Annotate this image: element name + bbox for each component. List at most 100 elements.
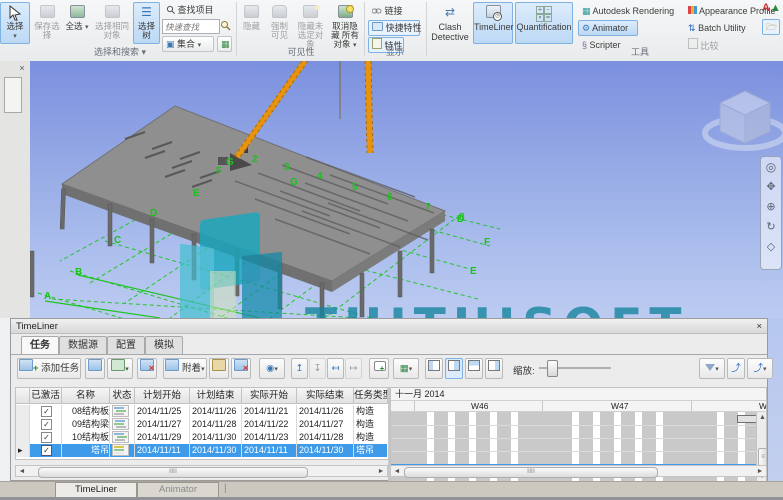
table-row[interactable]: ✓10结构板2014/11/292014/11/302014/11/232014… <box>16 431 387 444</box>
pan-icon[interactable]: ✥ <box>761 177 781 197</box>
col-activated[interactable]: 已激活 <box>30 388 62 403</box>
comments-button[interactable]: + <box>369 358 389 379</box>
save-selection-button[interactable]: 保存选择 <box>33 2 61 44</box>
col-name[interactable]: 名称 <box>62 388 110 403</box>
animator-button[interactable]: ⚙ Animator <box>578 20 638 36</box>
zoom-icon[interactable]: ⊕ <box>761 197 781 217</box>
select-same-button[interactable]: 选择相同对象 <box>93 2 131 44</box>
attach-dropdown[interactable]: 附着▾ <box>163 358 207 379</box>
orbit-icon[interactable]: ↻ <box>761 217 781 237</box>
cutoff-ribbon-icon: A▲ <box>762 2 783 18</box>
quick-find-box <box>162 19 232 34</box>
active-checkbox[interactable]: ✓ <box>41 406 52 417</box>
export-dropdown[interactable]: ⤴▾ <box>747 358 773 379</box>
task-name: 塔吊 <box>62 444 110 457</box>
bottom-tab-animator[interactable]: Animator <box>137 482 219 497</box>
table-row-selected[interactable]: ▸✓塔吊2014/11/112014/11/302014/11/112014/1… <box>16 444 387 457</box>
insert-task-button[interactable] <box>85 358 105 379</box>
col-actual-start[interactable]: 实际开始 <box>242 388 297 403</box>
quick-properties-button[interactable]: 快捷特性 <box>368 20 420 36</box>
export-schedule-button[interactable]: ⤴ <box>727 358 745 379</box>
select-all-button[interactable]: 全选 ▾ <box>63 2 91 44</box>
group-label-select-search[interactable]: 选择和搜索 ▾ <box>30 46 210 58</box>
auto-add-tasks-dropdown[interactable]: ▾ <box>107 358 133 379</box>
hide-unselected-button[interactable]: 隐藏未选定对象 <box>295 2 326 44</box>
col-status[interactable]: 状态 <box>110 388 135 403</box>
gantt-task-bar[interactable] <box>737 415 758 423</box>
col-task-type[interactable]: 任务类型 <box>354 388 387 403</box>
steering-wheel-icon[interactable]: ◎ <box>761 157 781 177</box>
quantification-button[interactable]: ＋ − × ＝ Quantification <box>515 2 573 44</box>
batch-utility-button[interactable]: ⇅ Batch Utility <box>684 20 764 36</box>
timeliner-title-bar[interactable]: TimeLiner × <box>11 319 767 334</box>
col-planned-start[interactable]: 计划开始 <box>135 388 190 403</box>
look-icon[interactable]: ◇ <box>761 237 781 257</box>
gantt-month-row: 十一月 2014 <box>391 388 767 401</box>
scroll-thumb[interactable]: ⦀⦀⦀ <box>38 467 308 478</box>
viewport-right-sliver <box>768 318 783 481</box>
viewport-3d[interactable]: A B C D E F G G D E F 2 3 4 5 6 7 8 <box>30 61 783 318</box>
find-items-button[interactable]: 查找项目 <box>162 2 232 18</box>
table-header: 已激活名称状态计划开始计划结束实际开始实际结束任务类型 <box>15 387 388 404</box>
svg-text:G: G <box>226 157 234 168</box>
unhide-all-button[interactable]: 取消隐藏 所有对象 ▾ <box>328 2 362 44</box>
scroll-left-icon[interactable]: ◄ <box>392 466 402 477</box>
collapsed-panel-handle[interactable] <box>4 77 22 113</box>
active-checkbox[interactable]: ✓ <box>41 445 52 456</box>
find-items-dropdown[interactable]: ◉▾ <box>259 358 285 379</box>
svg-text:5: 5 <box>352 182 358 193</box>
tab-tasks[interactable]: 任务 <box>21 336 59 355</box>
open-folder-button[interactable]: 🗁 <box>762 19 780 35</box>
require-button[interactable]: 强制可见 <box>266 2 293 44</box>
scroll-thumb[interactable]: ⦀⦀⦀ <box>404 467 658 478</box>
scroll-thumb[interactable]: ≡ <box>758 448 767 466</box>
hide-button[interactable]: 隐藏 <box>239 2 264 44</box>
layout-left-button[interactable] <box>425 358 443 379</box>
clear-attachment-button[interactable]: × <box>231 358 251 379</box>
add-task-button[interactable]: + 添加任务 <box>17 358 81 379</box>
add-task-icon <box>19 359 33 371</box>
layout-split-button[interactable] <box>445 358 463 379</box>
move-up-button[interactable]: ↥ <box>291 358 308 379</box>
tab-configure[interactable]: 配置 <box>107 336 145 355</box>
timeliner-button[interactable]: ◷ TimeLiner <box>473 2 513 44</box>
layout-top-button[interactable] <box>465 358 483 379</box>
clash-detective-button[interactable]: ⇄ Clash Detective <box>429 2 471 44</box>
autodesk-rendering-button[interactable]: ▦ Autodesk Rendering <box>578 3 678 19</box>
selection-tree-button[interactable]: ☰ 选择树 <box>133 2 160 44</box>
quick-find-input[interactable] <box>162 19 220 34</box>
table-horizontal-scrollbar[interactable]: ◄ ⦀⦀⦀ ► <box>15 465 388 477</box>
table-row[interactable]: ✓08结构板2014/11/252014/11/262014/11/212014… <box>16 405 387 418</box>
columns-dropdown[interactable]: ▦▾ <box>393 358 419 379</box>
indent-button[interactable]: ↦ <box>345 358 362 379</box>
col-actual-end[interactable]: 实际结束 <box>297 388 354 403</box>
scroll-right-icon[interactable]: ► <box>376 466 386 477</box>
auto-attach-button[interactable] <box>209 358 229 379</box>
bottom-tab-timeliner[interactable]: TimeLiner <box>55 482 137 497</box>
viewcube[interactable] <box>705 91 783 148</box>
timeliner-close-icon[interactable]: × <box>756 319 762 334</box>
active-checkbox[interactable]: ✓ <box>41 419 52 430</box>
select-button[interactable]: 选择 ▾ <box>0 2 30 44</box>
outdent-button[interactable]: ↤ <box>327 358 344 379</box>
scroll-left-icon[interactable]: ◄ <box>17 466 27 477</box>
quick-find-search-icon[interactable] <box>220 20 231 33</box>
active-checkbox[interactable]: ✓ <box>41 432 52 443</box>
timeliner-panel: TimeLiner × 任务 数据源 配置 模拟 + 添加任务 ▾ × 附着▾ … <box>10 318 768 481</box>
zoom-slider-thumb[interactable] <box>547 360 558 377</box>
links-button[interactable]: 链接 <box>368 3 416 19</box>
tab-simulate[interactable]: 模拟 <box>145 336 183 355</box>
layout-right-button[interactable] <box>485 358 503 379</box>
dock-close-icon[interactable]: × <box>16 62 28 74</box>
scroll-up-icon[interactable]: ▲ <box>757 412 767 423</box>
svg-text:4: 4 <box>317 171 323 182</box>
col-planned-end[interactable]: 计划结束 <box>190 388 242 403</box>
scroll-right-icon[interactable]: ► <box>755 466 765 477</box>
tab-data-sources[interactable]: 数据源 <box>59 336 107 355</box>
gantt-horizontal-scrollbar[interactable]: ◄ ⦀⦀⦀ ► <box>390 465 767 477</box>
sets-manage-button[interactable]: ▦ <box>217 36 232 52</box>
filter-dropdown[interactable]: ▾ <box>699 358 725 379</box>
table-row[interactable]: ✓09结构梁2014/11/272014/11/282014/11/222014… <box>16 418 387 431</box>
delete-task-button[interactable]: × <box>137 358 157 379</box>
move-down-button[interactable]: ↧ <box>309 358 326 379</box>
